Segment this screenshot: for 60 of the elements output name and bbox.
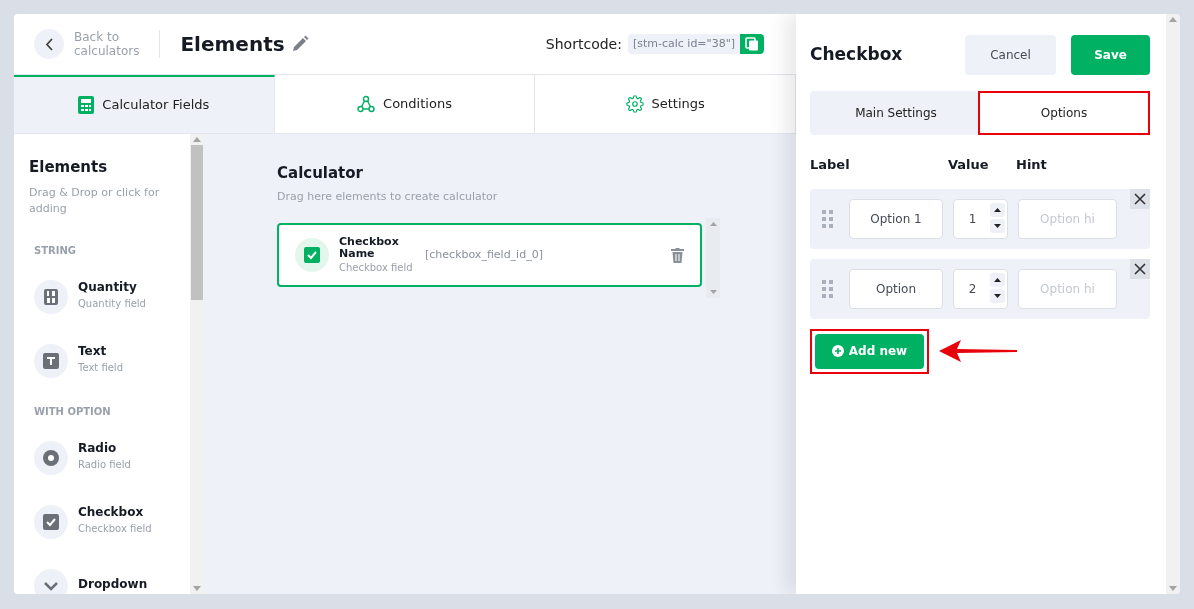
scroll-down-icon[interactable]: [193, 586, 201, 591]
shortcode-text: [stm-calc id="38"]: [627, 33, 740, 55]
hint-input[interactable]: Option hi: [1018, 268, 1117, 309]
scroll-down-icon[interactable]: [709, 290, 717, 294]
checkbox-icon: [304, 247, 320, 263]
drag-handle-icon[interactable]: [822, 209, 835, 228]
field-type: Checkbox field: [339, 260, 414, 275]
field-card[interactable]: Checkbox Name Checkbox field [checkbox_field_id_0]: [277, 223, 702, 287]
section-heading: STRING: [34, 243, 78, 258]
nodes-icon: [357, 95, 376, 113]
drag-handle-icon[interactable]: [822, 279, 835, 298]
section-heading: WITH OPTION: [34, 404, 112, 419]
scroll-down-icon[interactable]: [1169, 586, 1177, 591]
element-item[interactable]: Text Text field: [34, 343, 175, 378]
scroll-up-icon[interactable]: [709, 222, 717, 226]
column-heading: Label: [810, 156, 851, 174]
chevron-left-icon: [45, 37, 53, 51]
text-icon: [34, 343, 68, 378]
pencil-icon[interactable]: [290, 35, 309, 53]
shortcode-label: Shortcode:: [545, 34, 622, 54]
cancel-button[interactable]: Cancel: [965, 35, 1056, 75]
panel-tab[interactable]: Options: [980, 93, 1148, 133]
page-title: Elements: [180, 31, 285, 58]
remove-button[interactable]: [1130, 258, 1150, 279]
sidebar-subtitle: Drag & Drop or click for adding: [29, 184, 161, 217]
element-item[interactable]: Checkbox Checkbox field: [34, 504, 175, 539]
canvas-subtitle: Drag here elements to create calculator: [277, 188, 499, 205]
remove-button[interactable]: [1130, 188, 1150, 209]
panel-title: Checkbox: [810, 43, 903, 67]
calculator-icon: [78, 96, 95, 114]
settings-icon: [625, 95, 644, 113]
back-button[interactable]: [34, 29, 64, 59]
scrollbar[interactable]: [190, 134, 204, 594]
panel-tab[interactable]: Main Settings: [812, 93, 980, 133]
checkbox-icon: [34, 504, 68, 539]
scroll-up-icon[interactable]: [1169, 17, 1177, 22]
chevron-down-icon: [34, 568, 68, 594]
element-item[interactable]: Quantity Quantity field: [34, 279, 175, 314]
hint-input[interactable]: Option hi: [1018, 198, 1117, 239]
scrollbar[interactable]: [1166, 14, 1180, 594]
column-heading: Value: [948, 156, 990, 174]
radio-icon: [34, 440, 68, 475]
plus-circle-icon: [831, 345, 844, 357]
numbers-icon: [34, 279, 68, 314]
scroll-up-icon[interactable]: [193, 137, 201, 142]
field-id: [checkbox_field_id_0]: [425, 246, 543, 263]
field-name: Checkbox Name: [339, 235, 400, 260]
sidebar-title: Elements: [29, 157, 109, 178]
close-icon: [1134, 262, 1146, 275]
tab[interactable]: Calculator Fields: [14, 75, 275, 133]
trash-icon[interactable]: [671, 247, 684, 263]
label-input[interactable]: Option: [849, 268, 943, 309]
column-heading: Hint: [1016, 156, 1047, 174]
element-item[interactable]: Dropdown: [34, 568, 175, 594]
copy-button[interactable]: [740, 34, 764, 54]
copy-icon: [745, 37, 759, 51]
canvas-title: Calculator: [277, 163, 364, 184]
close-icon: [1134, 192, 1146, 205]
element-item[interactable]: Radio Radio field: [34, 440, 175, 475]
label-input[interactable]: Option 1: [849, 198, 943, 239]
